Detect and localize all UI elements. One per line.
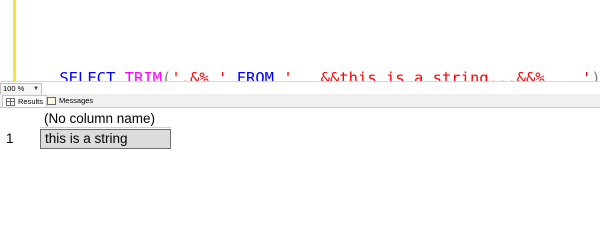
chevron-down-icon: ▼: [33, 86, 39, 92]
tab-results-label: Results: [18, 97, 44, 106]
query-editor[interactable]: SELECT TRIM('.&% ' FROM ' &&this is a st…: [0, 0, 600, 87]
grid-icon: [6, 97, 15, 106]
zoom-bar: 100 % ▼: [0, 81, 600, 95]
results-tab-strip: Results Messages: [0, 94, 600, 108]
zoom-value: 100 %: [3, 84, 25, 93]
tab-messages[interactable]: Messages: [44, 95, 96, 106]
message-icon: [47, 96, 56, 105]
row-number[interactable]: 1: [6, 130, 14, 148]
result-cell[interactable]: this is a string: [40, 129, 171, 149]
tab-messages-label: Messages: [59, 96, 94, 105]
column-header[interactable]: (No column name): [40, 110, 171, 128]
results-grid: (No column name) 1 this is a string: [0, 108, 600, 200]
tab-results[interactable]: Results: [2, 95, 48, 107]
change-marker-bar: [13, 0, 16, 82]
